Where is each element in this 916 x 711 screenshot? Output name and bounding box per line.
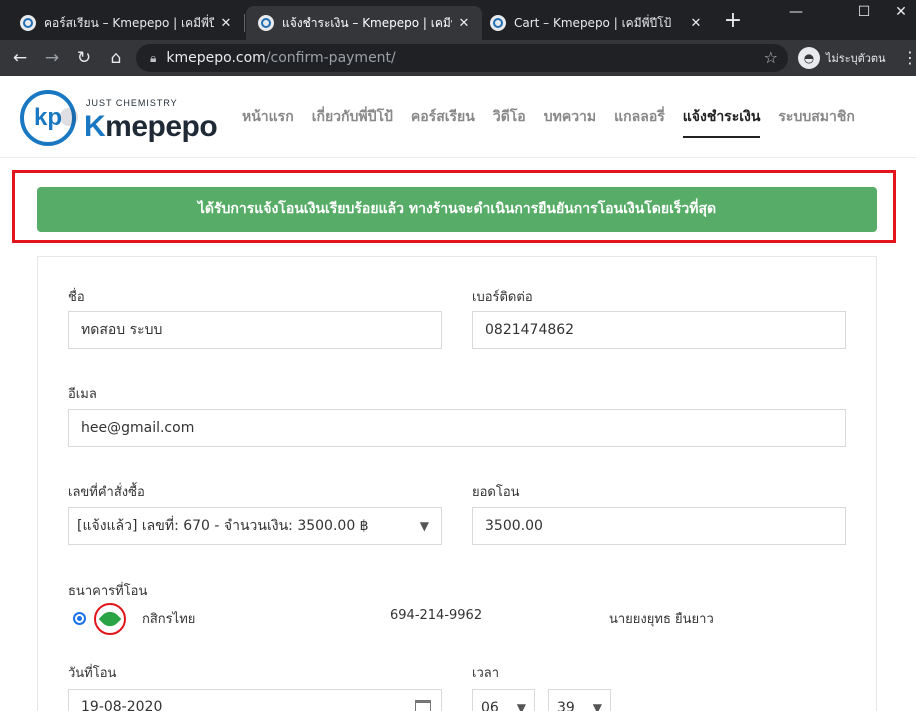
site-favicon-icon [20,15,36,31]
url-path: /confirm-payment/ [265,50,396,66]
profile-label: ไม่ระบุตัวตน [826,52,886,65]
minute-select[interactable]: 39 ▼ [548,689,611,711]
nav-item-about[interactable]: เกี่ยวกับพี่ปีโป้ [312,106,393,138]
tab-title: Cart – Kmepepo | เคมีพี่ปีโป้ [514,15,672,30]
profile-button[interactable]: ◓ ไม่ระบุตัวตน [798,45,886,71]
bank-account-number: 694-214-9962 [390,608,483,623]
bank-radio-kasikorn[interactable] [73,612,86,625]
name-label: ชื่อ [68,290,85,305]
chevron-down-icon: ▼ [516,701,526,711]
browser-menu-icon[interactable]: ⋮ [902,48,916,67]
nav-item-payment[interactable]: แจ้งชำระเงิน [682,106,761,138]
address-bar[interactable]: 🔒︎ kmepepo.com/confirm-payment/ ☆ [136,44,788,72]
chevron-down-icon: ▼ [419,519,429,533]
site-header: kp JUST CHEMISTRY Kmepepo หน้าแรก เกี่ยว… [0,76,916,158]
transfer-date-value: 19-08-2020 [81,699,163,711]
browser-tab-bar: คอร์สเรียน – Kmepepo | เคมีพี่ปีโป้ ✕ แจ… [0,0,916,40]
incognito-icon: ◓ [798,47,820,69]
back-arrow-icon[interactable]: ← [8,46,32,70]
calendar-icon[interactable] [415,700,431,711]
tab-title: แจ้งชำระเงิน – Kmepepo | เคมีพี่ปีโป้ [282,15,452,30]
browser-toolbar: ← → ↻ ⌂ 🔒︎ kmepepo.com/confirm-payment/ … [0,40,916,76]
lock-icon[interactable]: 🔒︎ [150,51,156,66]
browser-tab-payment[interactable]: แจ้งชำระเงิน – Kmepepo | เคมีพี่ปีโป้ ✕ [246,6,482,40]
success-alert: ได้รับการแจ้งโอนเงินเรียบร้อยแล้ว ทางร้า… [37,187,877,232]
site-favicon-icon [258,15,274,31]
bookmark-star-icon[interactable]: ☆ [764,48,778,67]
phone-input[interactable]: 0821474862 [472,311,846,349]
tab-title: คอร์สเรียน – Kmepepo | เคมีพี่ปีโป้ [44,15,214,30]
logo-brand-k: K [84,110,106,143]
nav-item-gallery[interactable]: แกลลอรี่ [614,106,665,138]
transfer-date-input[interactable]: 19-08-2020 [68,689,442,711]
maximize-window-icon[interactable]: ☐ [842,0,886,26]
home-icon[interactable]: ⌂ [104,46,128,70]
email-label: อีเมล [68,387,97,402]
url-host: kmepepo.com [166,50,266,66]
close-window-icon[interactable]: ✕ [886,0,916,26]
bank-name: กสิกรไทย [142,612,196,627]
tab-divider [244,14,245,32]
hour-select[interactable]: 06 ▼ [472,689,535,711]
chevron-down-icon: ▼ [592,701,602,711]
kasikorn-bank-logo-icon [94,603,126,635]
bank-label: ธนาคารที่โอน [68,584,148,599]
logo-mark: kp [20,90,78,146]
amount-label: ยอดโอน [472,485,520,500]
reload-icon[interactable]: ↻ [72,46,96,70]
close-tab-icon[interactable]: ✕ [452,16,476,31]
order-number-select[interactable]: [แจ้งแล้ว] เลขที่: 670 - จำนวนเงิน: 3500… [68,507,442,545]
forward-arrow-icon[interactable]: → [40,46,64,70]
site-logo[interactable]: kp JUST CHEMISTRY Kmepepo [20,88,218,146]
logo-tagline: JUST CHEMISTRY [86,98,178,108]
email-input[interactable]: hee@gmail.com [68,409,846,447]
minute-value: 39 [557,700,575,711]
minimize-window-icon[interactable]: — [774,0,818,26]
nav-item-articles[interactable]: บทความ [544,106,596,138]
nav-item-home[interactable]: หน้าแรก [242,106,294,138]
phone-label: เบอร์ติดต่อ [472,290,533,305]
site-favicon-icon [490,15,506,31]
main-navigation: หน้าแรก เกี่ยวกับพี่ปีโป้ คอร์สเรียน วิด… [242,106,855,138]
close-tab-icon[interactable]: ✕ [684,16,708,31]
new-tab-icon[interactable]: + [722,10,744,32]
nav-item-courses[interactable]: คอร์สเรียน [411,106,475,138]
nav-item-members[interactable]: ระบบสมาชิก [778,106,854,138]
close-tab-icon[interactable]: ✕ [214,16,238,31]
hour-value: 06 [481,700,499,711]
logo-brand: Kmepepo [84,110,218,144]
order-number-value: [แจ้งแล้ว] เลขที่: 670 - จำนวนเงิน: 3500… [77,518,369,534]
time-label: เวลา [472,666,500,681]
name-input[interactable]: ทดสอบ ระบบ [68,311,442,349]
logo-brand-rest: mepepo [105,110,218,143]
bank-account-holder: นายยงยุทธ ยืนยาว [609,612,714,627]
browser-tab-courses[interactable]: คอร์สเรียน – Kmepepo | เคมีพี่ปีโป้ ✕ [8,6,244,40]
order-number-label: เลขที่คำสั่งซื้อ [68,485,145,500]
nav-item-videos[interactable]: วิดีโอ [493,106,526,138]
transfer-date-label: วันที่โอน [68,666,117,681]
browser-tab-cart[interactable]: Cart – Kmepepo | เคมีพี่ปีโป้ ✕ [478,6,714,40]
amount-input[interactable]: 3500.00 [472,507,846,545]
